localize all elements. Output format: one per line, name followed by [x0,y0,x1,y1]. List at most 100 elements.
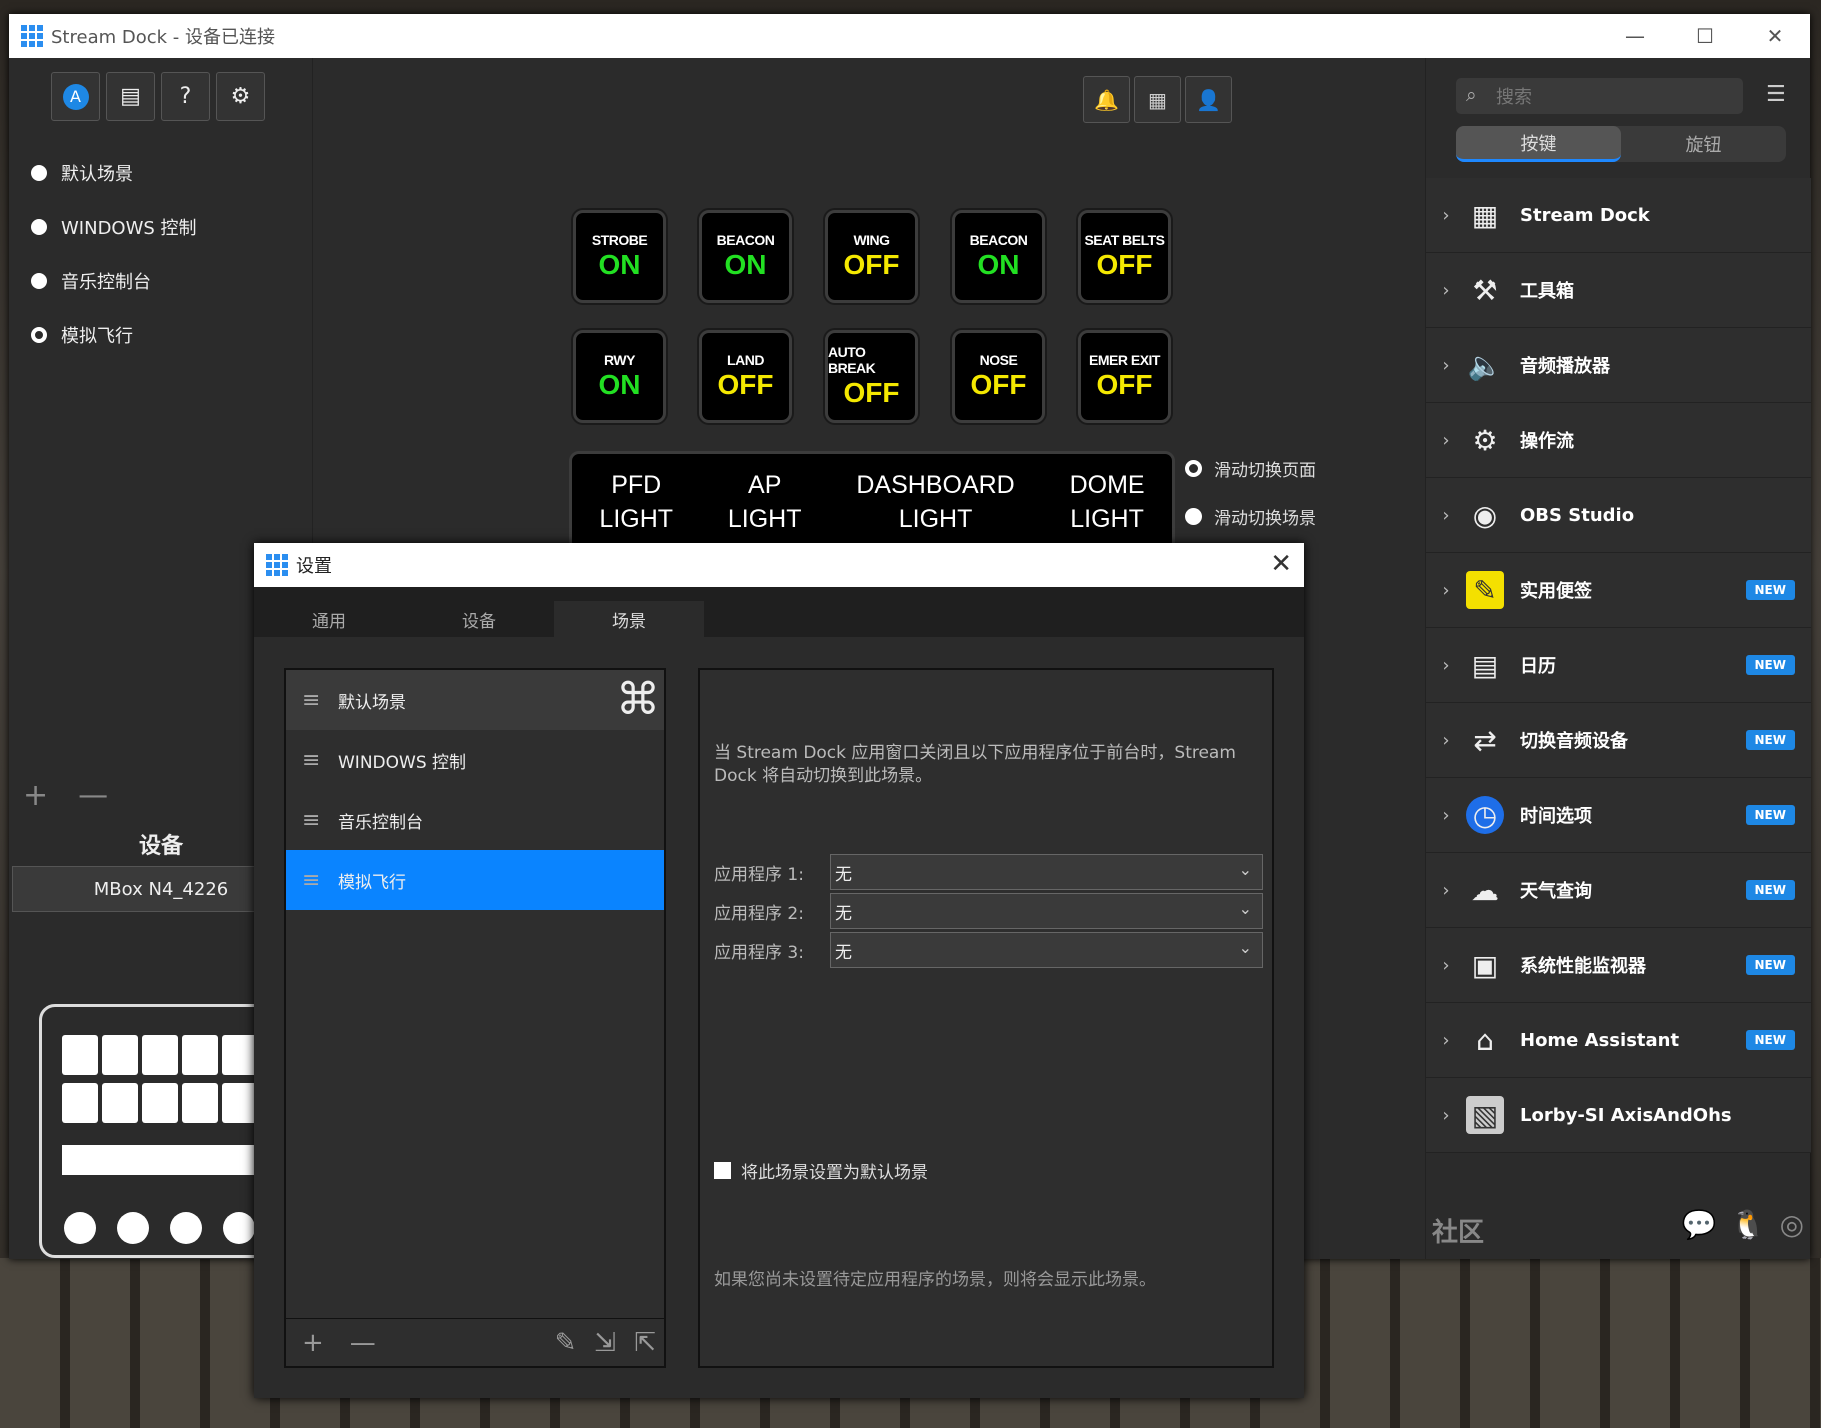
plugin-item[interactable]: › ⇄ 切换音频设备 NEW [1426,703,1811,778]
plugin-item[interactable]: › 🔈 音频播放器 [1426,328,1811,403]
theme-icon[interactable]: ▦ [1134,76,1181,123]
scene-item[interactable]: WINDOWS 控制 [21,200,311,254]
macro-key[interactable]: SEAT BELTS OFF [1078,210,1171,303]
gear-icon[interactable]: ⚙ [216,72,265,121]
app-select[interactable]: 无 ⌄ [830,893,1263,929]
maximize-icon[interactable]: ☐ [1670,14,1740,58]
drag-handle-icon[interactable]: ≡ [302,868,328,893]
key-label: BEACON [716,231,775,248]
plugin-item[interactable]: › ▧ Lorby-SI AxisAndOhs [1426,1078,1811,1153]
list-item[interactable]: ≡ 音乐控制台 [286,790,664,850]
scene-item[interactable]: 音乐控制台 [21,254,311,308]
macro-key[interactable]: BEACON ON [952,210,1045,303]
chevron-right-icon[interactable]: › [1426,805,1466,826]
chevron-right-icon[interactable]: › [1426,880,1466,901]
dialog-title: 设置 [296,556,332,577]
plugin-item[interactable]: › ⚒ 工具箱 [1426,253,1811,328]
list-item[interactable]: ≡ 默认场景 ⌘ [286,670,664,730]
macro-key[interactable]: NOSE OFF [952,330,1045,423]
remove-scene-icon[interactable]: — [78,778,108,813]
tab-keys[interactable]: 按键 [1456,126,1621,162]
close-icon[interactable]: ✕ [1740,14,1810,58]
chat-icon[interactable]: 💬 [1682,1208,1717,1241]
user-icon[interactable]: 👤 [1185,76,1232,123]
drag-handle-icon[interactable]: ≡ [302,688,328,713]
monitor-icon: ▣ [1471,948,1499,982]
plugin-item[interactable]: › ▤ 日历 NEW [1426,628,1811,703]
app-store-icon[interactable]: A [51,72,100,121]
flow-icon: ⚙ [1472,423,1498,457]
list-item[interactable]: ≡ 模拟飞行 [286,850,664,910]
chevron-right-icon[interactable]: › [1426,355,1466,376]
touch-key[interactable]: DOME LIGHT [1070,468,1145,536]
chevron-right-icon[interactable]: › [1426,1030,1466,1051]
edit-icon[interactable]: ✎ [555,1328,577,1358]
touch-key[interactable]: DASHBOARD LIGHT [856,468,1014,536]
chevron-right-icon[interactable]: › [1426,955,1466,976]
checkbox-icon[interactable] [714,1162,731,1179]
key-state: OFF [970,368,1027,400]
chevron-right-icon[interactable]: › [1426,580,1466,601]
app-select[interactable]: 无 ⌄ [830,854,1263,890]
import-icon[interactable]: ⇲ [594,1328,616,1358]
macro-key[interactable]: STROBE ON [573,210,666,303]
list-view-icon[interactable]: ☰ [1766,82,1786,107]
tab-scene[interactable]: 场景 [554,601,704,637]
chevron-right-icon[interactable]: › [1426,205,1466,226]
help-icon[interactable]: ? [161,72,210,121]
dialog-title-bar: 设置 ✕ [254,543,1304,587]
clock-icon: ◷ [1466,796,1504,834]
calendar-icon: ▤ [1471,648,1499,682]
chevron-right-icon[interactable]: › [1426,430,1466,451]
chevron-right-icon[interactable]: › [1426,280,1466,301]
touch-key[interactable]: AP LIGHT [728,468,802,536]
chevron-right-icon[interactable]: › [1426,655,1466,676]
drag-handle-icon[interactable]: ≡ [302,748,328,773]
qq-icon[interactable]: 🐧 [1731,1208,1766,1241]
swipe-scene-option[interactable]: 滑动切换场景 [1185,504,1316,529]
scene-item[interactable]: 默认场景 [21,146,311,200]
tab-general[interactable]: 通用 [254,601,404,637]
list-item[interactable]: ≡ WINDOWS 控制 [286,730,664,790]
window-title: Stream Dock - 设备已连接 [51,27,275,48]
touch-key[interactable]: PFD LIGHT [599,468,673,536]
macro-key[interactable]: LAND OFF [699,330,792,423]
macro-key[interactable]: AUTO BREAK OFF [825,330,918,423]
chevron-right-icon[interactable]: › [1426,730,1466,751]
drag-handle-icon[interactable]: ≡ [302,808,328,833]
app-select[interactable]: 无 ⌄ [830,932,1263,968]
bell-icon[interactable]: 🔔 [1083,76,1130,123]
chevron-right-icon[interactable]: › [1426,505,1466,526]
plugin-item[interactable]: › ◉ OBS Studio [1426,478,1811,553]
add-icon[interactable]: + [302,1328,324,1358]
plugin-item[interactable]: › ▣ 系统性能监视器 NEW [1426,928,1811,1003]
plugin-name: 天气查询 [1520,881,1592,902]
tab-device[interactable]: 设备 [404,601,554,637]
macro-key[interactable]: BEACON ON [699,210,792,303]
macro-key[interactable]: RWY ON [573,330,666,423]
add-scene-icon[interactable]: + [23,778,48,813]
scene-item[interactable]: 模拟飞行 [21,308,311,362]
audio-switch-icon: ⇄ [1473,723,1497,757]
plugin-item[interactable]: › ☁ 天气查询 NEW [1426,853,1811,928]
chevron-right-icon[interactable]: › [1426,1105,1466,1126]
touch-strip[interactable]: PFD LIGHT AP LIGHT DASHBOARD LIGHT DOME LIGH… [569,451,1175,552]
plugin-item[interactable]: › ◷ 时间选项 NEW [1426,778,1811,853]
plugin-item[interactable]: › ▦ Stream Dock [1426,178,1811,253]
export-icon[interactable]: ⇱ [634,1328,656,1358]
tab-knob[interactable]: 旋钮 [1621,126,1786,162]
plugin-item[interactable]: › ⚙ 操作流 [1426,403,1811,478]
plugin-item[interactable]: › ⌂ Home Assistant NEW [1426,1003,1811,1078]
macro-key[interactable]: EMER EXIT OFF [1078,330,1171,423]
swipe-page-option[interactable]: 滑动切换页面 [1185,456,1316,481]
default-scene-checkbox[interactable]: 将此场景设置为默认场景 [714,1158,928,1183]
close-icon[interactable]: ✕ [1270,549,1292,579]
minimize-icon[interactable]: — [1600,14,1670,58]
plugin-name: OBS Studio [1520,504,1635,526]
presentation-icon[interactable]: ▤ [106,72,155,121]
remove-icon[interactable]: — [350,1328,376,1358]
plugin-item[interactable]: › ✎ 实用便签 NEW [1426,553,1811,628]
search-input[interactable]: ⌕ 搜索 [1456,78,1743,114]
wechat-icon[interactable]: ◎ [1780,1208,1804,1241]
macro-key[interactable]: WING OFF [825,210,918,303]
